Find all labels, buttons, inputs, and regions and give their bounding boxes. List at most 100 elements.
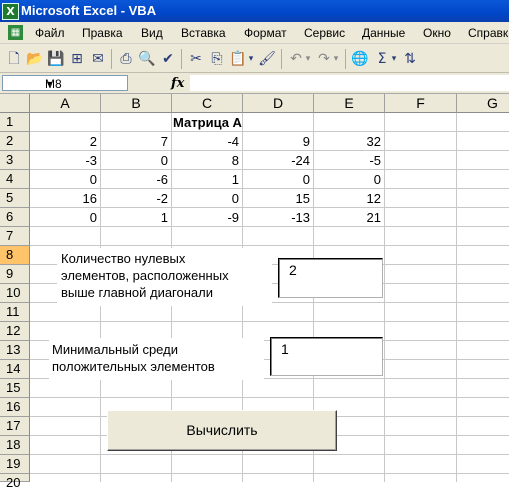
row-header-selected[interactable]: 8: [0, 246, 30, 265]
row-header[interactable]: 4: [0, 170, 30, 189]
row-header[interactable]: 13: [0, 341, 30, 360]
row-header[interactable]: 14: [0, 360, 30, 379]
insert-function-icon[interactable]: fx: [171, 76, 184, 91]
matrix-cell[interactable]: -3: [30, 151, 101, 170]
cut-icon[interactable]: ✂: [187, 50, 205, 68]
row-header[interactable]: 20: [0, 474, 30, 490]
column-header-b[interactable]: B: [101, 94, 172, 113]
worksheet-grid[interactable]: A B C D E F G 1 2 3 4 5 6 7 8 9 10 11 12…: [0, 94, 509, 490]
matrix-cell[interactable]: -24: [243, 151, 314, 170]
matrix-cell[interactable]: 7: [101, 132, 172, 151]
matrix-cell[interactable]: -6: [101, 170, 172, 189]
new-icon[interactable]: 🗋: [5, 50, 23, 68]
menu-window[interactable]: Окно: [423, 26, 451, 40]
gridline: [30, 321, 509, 322]
paste-dropdown-icon[interactable]: ▾: [246, 50, 256, 68]
matrix-cell[interactable]: 32: [314, 132, 385, 151]
matrix-cell[interactable]: -2: [101, 189, 172, 208]
matrix-cell[interactable]: -13: [243, 208, 314, 227]
column-header-c[interactable]: C: [172, 94, 243, 113]
matrix-cell[interactable]: 21: [314, 208, 385, 227]
row-header[interactable]: 19: [0, 455, 30, 474]
print-preview-icon[interactable]: 🔍: [138, 50, 156, 68]
formula-bar: M8 ▼ fx: [0, 73, 509, 94]
menu-edit[interactable]: Правка: [82, 26, 123, 40]
gridline: [30, 473, 509, 474]
open-icon[interactable]: 📂: [26, 50, 44, 68]
undo-dropdown-icon[interactable]: ▾: [303, 50, 313, 68]
row-header[interactable]: 6: [0, 208, 30, 227]
autosum-dropdown-icon[interactable]: ▾: [389, 50, 399, 68]
row-header[interactable]: 16: [0, 398, 30, 417]
row-header[interactable]: 1: [0, 113, 30, 132]
menu-tools[interactable]: Сервис: [304, 26, 345, 40]
workbook-icon[interactable]: ▦: [8, 25, 23, 40]
matrix-cell[interactable]: 0: [30, 170, 101, 189]
spelling-icon[interactable]: ✔: [159, 50, 177, 68]
label-line: Количество нулевых: [61, 251, 186, 266]
matrix-title[interactable]: Матрица А: [101, 113, 314, 132]
email-icon[interactable]: ✉: [89, 50, 107, 68]
matrix-cell[interactable]: -5: [314, 151, 385, 170]
column-header-e[interactable]: E: [314, 94, 385, 113]
matrix-cell[interactable]: 8: [172, 151, 243, 170]
row-header[interactable]: 17: [0, 417, 30, 436]
menu-file[interactable]: Файл: [35, 26, 65, 40]
row-header[interactable]: 18: [0, 436, 30, 455]
name-box-dropdown-icon[interactable]: ▼: [45, 76, 121, 92]
format-painter-icon[interactable]: 🖌: [258, 50, 276, 68]
row-header[interactable]: 10: [0, 284, 30, 303]
row-header[interactable]: 3: [0, 151, 30, 170]
matrix-cell[interactable]: 12: [314, 189, 385, 208]
redo-dropdown-icon[interactable]: ▾: [331, 50, 341, 68]
row-header[interactable]: 11: [0, 303, 30, 322]
menu-data[interactable]: Данные: [362, 26, 405, 40]
menu-help[interactable]: Справка: [468, 26, 509, 40]
matrix-cell[interactable]: 15: [243, 189, 314, 208]
title-bar: X Microsoft Excel - VBA: [0, 0, 509, 22]
matrix-cell[interactable]: -9: [172, 208, 243, 227]
copy-icon[interactable]: ⎘: [208, 50, 226, 68]
select-all-corner[interactable]: [0, 94, 30, 113]
hyperlink-icon[interactable]: 🌐: [351, 50, 369, 68]
sort-ascending-icon[interactable]: ⇅: [401, 50, 419, 68]
matrix-cell[interactable]: 0: [243, 170, 314, 189]
row-header[interactable]: 9: [0, 265, 30, 284]
label-line: элементов, расположенных: [61, 268, 229, 283]
calculate-button[interactable]: Вычислить: [107, 410, 337, 451]
matrix-cell[interactable]: 0: [101, 151, 172, 170]
menu-insert[interactable]: Вставка: [181, 26, 226, 40]
matrix-cell[interactable]: 16: [30, 189, 101, 208]
matrix-cell[interactable]: 0: [314, 170, 385, 189]
gridline: [30, 397, 509, 398]
matrix-cell[interactable]: 1: [101, 208, 172, 227]
matrix-cell[interactable]: 0: [172, 189, 243, 208]
print-icon[interactable]: ⎙: [117, 50, 135, 68]
row-header[interactable]: 7: [0, 227, 30, 246]
formula-input[interactable]: [190, 75, 509, 91]
column-header-f[interactable]: F: [385, 94, 457, 113]
column-header-d[interactable]: D: [243, 94, 314, 113]
min-positive-textbox[interactable]: 1: [270, 337, 383, 376]
row-header[interactable]: 12: [0, 322, 30, 341]
save-icon[interactable]: 💾: [47, 50, 65, 68]
paste-icon[interactable]: 📋: [229, 50, 247, 68]
zero-count-label: Количество нулевых элементов, расположен…: [57, 248, 272, 306]
column-header-a[interactable]: A: [30, 94, 101, 113]
menu-view[interactable]: Вид: [141, 26, 163, 40]
matrix-cell[interactable]: 0: [30, 208, 101, 227]
zero-count-textbox[interactable]: 2: [278, 258, 383, 298]
permission-icon[interactable]: ⊞: [68, 50, 86, 68]
excel-app-icon[interactable]: X: [2, 3, 19, 20]
row-header[interactable]: 2: [0, 132, 30, 151]
label-line: Минимальный среди: [52, 342, 178, 357]
row-header[interactable]: 15: [0, 379, 30, 398]
name-box[interactable]: M8 ▼: [2, 75, 128, 91]
menu-format[interactable]: Формат: [244, 26, 287, 40]
matrix-cell[interactable]: -4: [172, 132, 243, 151]
matrix-cell[interactable]: 2: [30, 132, 101, 151]
column-header-g[interactable]: G: [457, 94, 509, 113]
matrix-cell[interactable]: 1: [172, 170, 243, 189]
row-header[interactable]: 5: [0, 189, 30, 208]
matrix-cell[interactable]: 9: [243, 132, 314, 151]
